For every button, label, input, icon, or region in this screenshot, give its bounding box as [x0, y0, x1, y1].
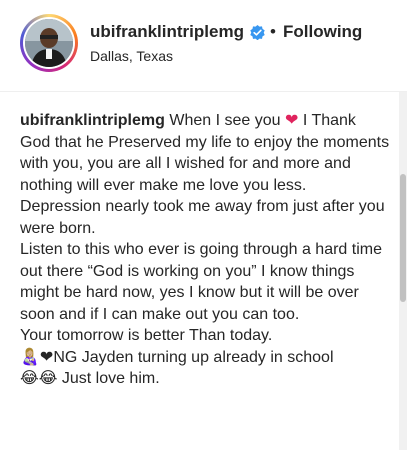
caption-paragraph: 👩🏼‍🍼❤NG Jayden turning up already in sch… [20, 347, 390, 369]
caption-paragraph: ubifranklintriplemg When I see you ❤ I T… [20, 110, 390, 196]
caption-text: When I see you [169, 112, 281, 129]
caption-paragraph: 😂😂 Just love him. [20, 368, 390, 390]
laughing-emoji: 😂😂 [20, 370, 58, 387]
profile-avatar[interactable] [20, 14, 78, 72]
emoji-group: 👩🏼‍🍼❤ [20, 348, 54, 366]
heart-emoji: ❤ [284, 112, 299, 129]
scrollbar[interactable] [399, 92, 407, 450]
separator-dot: • [270, 22, 276, 41]
header-username[interactable]: ubifranklintriplemg [90, 22, 244, 42]
scrollbar-thumb[interactable] [400, 174, 406, 302]
caption-paragraph: Listen to this who ever is going through… [20, 241, 382, 323]
following-button[interactable]: Following [283, 22, 362, 42]
verified-badge-icon [250, 25, 265, 41]
caption-text: Just love him. [61, 370, 160, 387]
post-header: ubifranklintriplemg • Following Dallas, … [0, 0, 407, 92]
avatar-photo [25, 19, 73, 67]
location-link[interactable]: Dallas, Texas [90, 48, 173, 64]
post-caption: ubifranklintriplemg When I see you ❤ I T… [20, 110, 390, 390]
caption-paragraph: Your tomorrow is better Than today. [20, 327, 273, 344]
caption-username[interactable]: ubifranklintriplemg [20, 112, 165, 129]
caption-paragraph: Depression nearly took me away from just… [20, 198, 385, 237]
caption-text: NG Jayden turning up already in school [53, 348, 334, 366]
